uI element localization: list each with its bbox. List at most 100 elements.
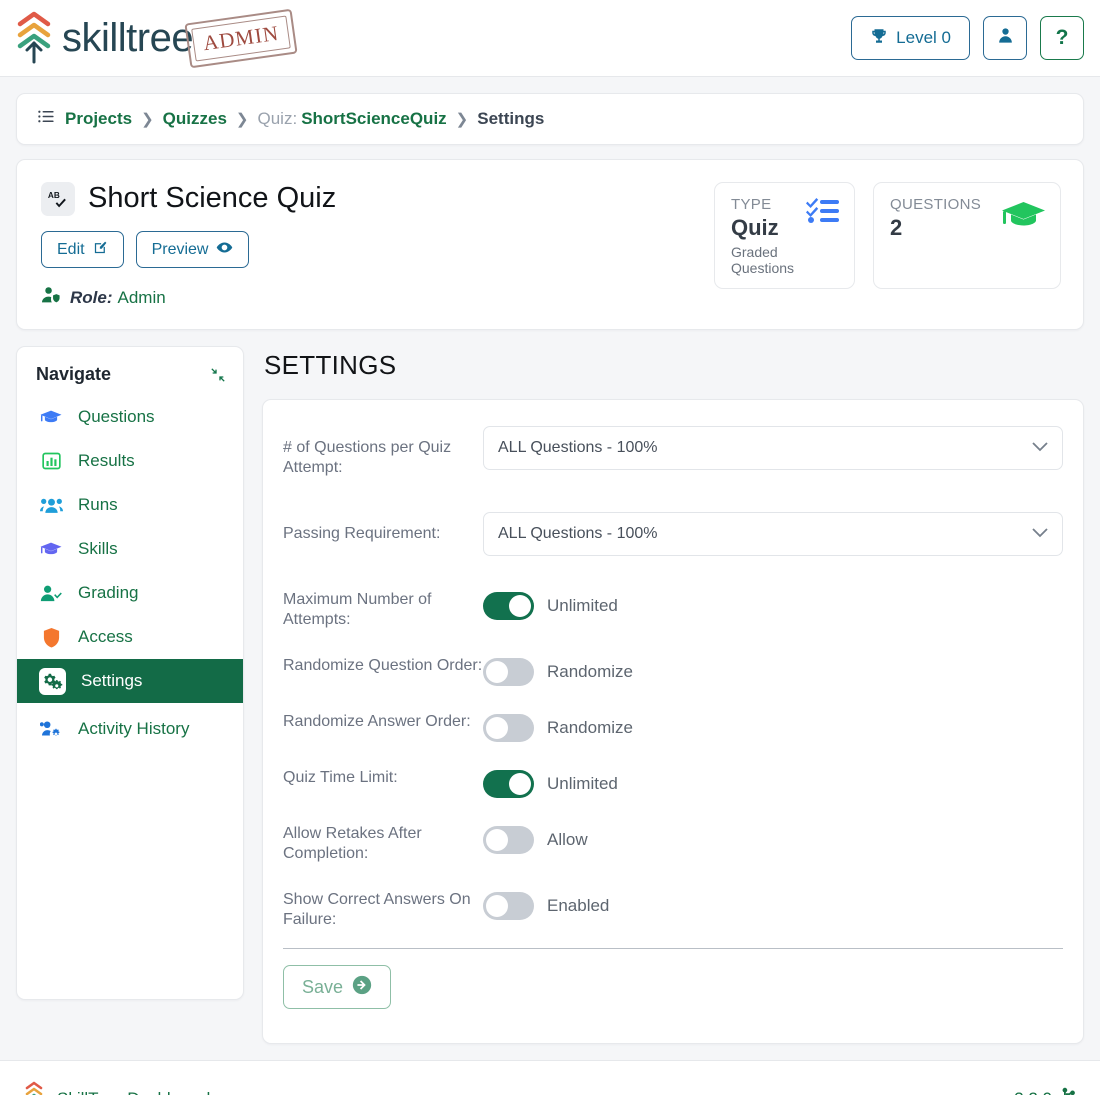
toggle-knob bbox=[486, 717, 508, 739]
sidebar-item-skills[interactable]: Skills bbox=[17, 527, 243, 571]
main-content: Navigate Questions Results Runs Skills G… bbox=[16, 346, 1084, 1044]
edit-button-label: Edit bbox=[57, 240, 85, 258]
select-value: ALL Questions - 100% bbox=[498, 439, 658, 456]
toggle-label: Unlimited bbox=[547, 774, 618, 793]
settings-card: # of Questions per Quiz Attempt: ALL Que… bbox=[262, 399, 1084, 1044]
stat-card-questions: QUESTIONS 2 bbox=[873, 182, 1061, 289]
pencil-square-icon bbox=[93, 240, 108, 260]
help-button[interactable]: ? bbox=[1040, 16, 1084, 60]
passing-requirement-select[interactable]: ALL Questions - 100% bbox=[483, 512, 1063, 556]
setting-control: Unlimited bbox=[483, 764, 1063, 798]
randomize-question-order-toggle[interactable] bbox=[483, 658, 534, 686]
sidebar-item-runs[interactable]: Runs bbox=[17, 483, 243, 527]
toggle-knob bbox=[509, 595, 531, 617]
toggle-label: Randomize bbox=[547, 718, 633, 737]
stat-card-questions-value: 2 bbox=[890, 215, 903, 240]
setting-allow-retakes: Allow Retakes After Completion: Allow bbox=[283, 820, 1063, 864]
sidebar-item-results[interactable]: Results bbox=[17, 439, 243, 483]
sidebar-item-label: Grading bbox=[78, 583, 139, 602]
stat-card-questions-label: QUESTIONS bbox=[890, 196, 982, 213]
brand-name: skilltree bbox=[62, 16, 194, 60]
checklist-icon bbox=[806, 196, 840, 276]
sidebar-item-label: Results bbox=[78, 451, 135, 470]
toggle-label: Unlimited bbox=[547, 596, 618, 615]
allow-retakes-toggle[interactable] bbox=[483, 826, 534, 854]
sidebar-item-label: Access bbox=[78, 627, 133, 646]
toggle-label: Randomize bbox=[547, 662, 633, 681]
sidebar-item-label: Questions bbox=[78, 407, 155, 426]
sidebar-item-settings[interactable]: Settings bbox=[17, 659, 243, 703]
breadcrumb-item-quizzes[interactable]: Quizzes bbox=[163, 109, 227, 129]
setting-control: Randomize bbox=[483, 652, 1063, 686]
stat-card-type-text: TYPE Quiz Graded Questions bbox=[731, 196, 806, 276]
users-icon bbox=[39, 496, 63, 515]
setting-randomize-answer-order: Randomize Answer Order: Randomize bbox=[283, 708, 1063, 742]
sidebar-item-activity-history[interactable]: Activity History bbox=[17, 707, 243, 751]
select-value: ALL Questions - 100% bbox=[498, 525, 658, 542]
role-line: Role: Admin bbox=[41, 286, 714, 309]
setting-control: Enabled bbox=[483, 886, 1063, 920]
user-menu-button[interactable] bbox=[983, 16, 1027, 60]
chevron-down-icon bbox=[1032, 525, 1048, 543]
breadcrumb-item-settings: Settings bbox=[477, 109, 545, 128]
setting-label: Passing Requirement: bbox=[283, 525, 441, 542]
level-button[interactable]: Level 0 bbox=[851, 16, 970, 60]
chevron-right-icon: ❯ bbox=[455, 110, 469, 128]
header-actions: Level 0 ? bbox=[851, 16, 1084, 60]
breadcrumb-item-projects[interactable]: Projects bbox=[65, 109, 132, 129]
page-body: Projects ❯ Quizzes ❯ Quiz: ShortScienceQ… bbox=[0, 77, 1100, 1044]
question-mark-icon: ? bbox=[1055, 26, 1069, 49]
spell-check-icon: AB bbox=[41, 182, 75, 216]
arrow-circle-right-icon bbox=[352, 975, 372, 1000]
setting-control: Allow bbox=[483, 820, 1063, 854]
code-branch-icon bbox=[1061, 1087, 1076, 1095]
chevron-right-icon: ❯ bbox=[235, 110, 249, 128]
toggle-knob bbox=[486, 661, 508, 683]
randomize-answer-order-toggle[interactable] bbox=[483, 714, 534, 742]
trophy-icon bbox=[870, 27, 888, 50]
setting-passing-requirement: Passing Requirement: ALL Questions - 100… bbox=[283, 512, 1063, 556]
quiz-stat-cards: TYPE Quiz Graded Questions QUESTIONS 2 bbox=[714, 182, 1061, 289]
graduation-cap-icon bbox=[39, 409, 63, 426]
setting-label: Randomize Answer Order: bbox=[283, 713, 471, 730]
brand-logo[interactable]: skilltree ADMIN bbox=[10, 8, 298, 68]
setting-max-attempts: Maximum Number of Attempts: Unlimited bbox=[283, 586, 1063, 630]
save-button[interactable]: Save bbox=[283, 965, 392, 1009]
settings-column: SETTINGS # of Questions per Quiz Attempt… bbox=[262, 346, 1084, 1044]
edit-button[interactable]: Edit bbox=[41, 231, 124, 268]
sidebar-item-label: Runs bbox=[78, 495, 118, 514]
user-check-icon bbox=[39, 584, 63, 603]
stat-card-type-sub: Graded Questions bbox=[731, 244, 795, 276]
graduation-cap-icon bbox=[39, 541, 63, 558]
graduation-cap-icon bbox=[1001, 196, 1046, 276]
app-header: skilltree ADMIN Level 0 ? bbox=[0, 0, 1100, 77]
breadcrumb-item-quiz-name[interactable]: ShortScienceQuiz bbox=[301, 109, 446, 129]
toggle-knob bbox=[486, 829, 508, 851]
compress-icon[interactable] bbox=[210, 367, 226, 383]
user-shield-icon bbox=[41, 286, 61, 309]
sidebar-item-grading[interactable]: Grading bbox=[17, 571, 243, 615]
questions-per-attempt-select[interactable]: ALL Questions - 100% bbox=[483, 426, 1063, 470]
toggle-label: Allow bbox=[547, 830, 588, 849]
sidebar-item-label: Activity History bbox=[78, 719, 190, 738]
setting-label: Show Correct Answers On Failure: bbox=[283, 891, 471, 928]
footer-left: SkillTree Dashboard bbox=[22, 1081, 210, 1095]
quiz-header-buttons: Edit Preview bbox=[41, 231, 714, 268]
max-attempts-toggle[interactable] bbox=[483, 592, 534, 620]
quiz-time-limit-toggle[interactable] bbox=[483, 770, 534, 798]
setting-quiz-time-limit: Quiz Time Limit: Unlimited bbox=[283, 764, 1063, 798]
stat-card-type-label: TYPE bbox=[731, 196, 772, 213]
sidebar-item-questions[interactable]: Questions bbox=[17, 395, 243, 439]
sidebar-item-label: Settings bbox=[81, 671, 143, 690]
user-icon bbox=[996, 26, 1015, 50]
quiz-header-left: AB Short Science Quiz Edit Preview Role:… bbox=[41, 182, 714, 309]
skilltree-logo-icon bbox=[10, 10, 58, 66]
show-correct-answers-toggle[interactable] bbox=[483, 892, 534, 920]
preview-button[interactable]: Preview bbox=[135, 231, 250, 268]
skilltree-logo-icon bbox=[22, 1081, 46, 1095]
skilltree-dashboard-link[interactable]: SkillTree Dashboard bbox=[57, 1089, 210, 1095]
setting-label: Maximum Number of Attempts: bbox=[283, 591, 432, 628]
sidebar-item-access[interactable]: Access bbox=[17, 615, 243, 659]
users-gear-icon bbox=[39, 720, 63, 739]
setting-randomize-question-order: Randomize Question Order: Randomize bbox=[283, 652, 1063, 686]
